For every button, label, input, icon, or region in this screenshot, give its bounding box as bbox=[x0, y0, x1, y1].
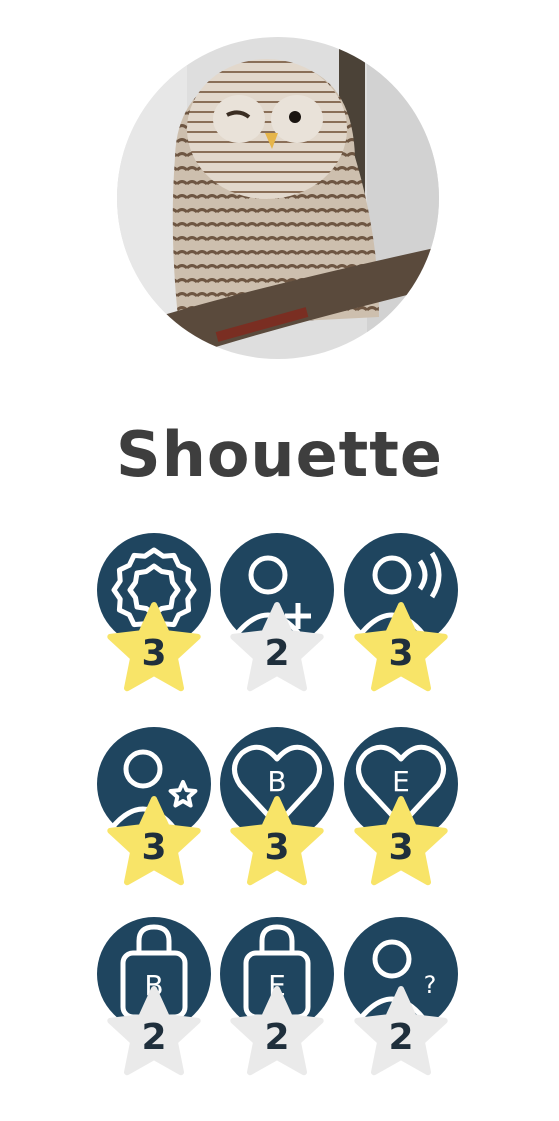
badge-count: 2 bbox=[388, 1017, 414, 1058]
achievement-badge[interactable]: 2 bbox=[218, 533, 336, 693]
badge-count: 3 bbox=[388, 633, 414, 674]
achievement-badge[interactable]: E2 bbox=[218, 917, 336, 1077]
achievement-badge[interactable]: 3 bbox=[95, 533, 213, 693]
achievement-badge[interactable]: E3 bbox=[342, 727, 460, 887]
svg-text:E: E bbox=[392, 765, 410, 798]
badge-count: 3 bbox=[264, 827, 290, 868]
badge-count: 2 bbox=[141, 1017, 167, 1058]
achievement-badge[interactable]: B2 bbox=[95, 917, 213, 1077]
badge-count: 2 bbox=[264, 1017, 290, 1058]
badge-count: 3 bbox=[141, 827, 167, 868]
achievement-badge[interactable]: B3 bbox=[218, 727, 336, 887]
badge-count: 3 bbox=[388, 827, 414, 868]
achievement-badge[interactable]: ? 2 bbox=[342, 917, 460, 1077]
badge-count: 2 bbox=[264, 633, 290, 674]
achievement-badge[interactable]: 3 bbox=[95, 727, 213, 887]
svg-text:B: B bbox=[267, 765, 286, 798]
owl-photo bbox=[117, 37, 439, 359]
profile-avatar bbox=[117, 37, 439, 359]
achievement-badge[interactable]: 3 bbox=[342, 533, 460, 693]
profile-name: Shouette bbox=[116, 418, 443, 491]
svg-text:?: ? bbox=[424, 971, 437, 999]
badge-count: 3 bbox=[141, 633, 167, 674]
